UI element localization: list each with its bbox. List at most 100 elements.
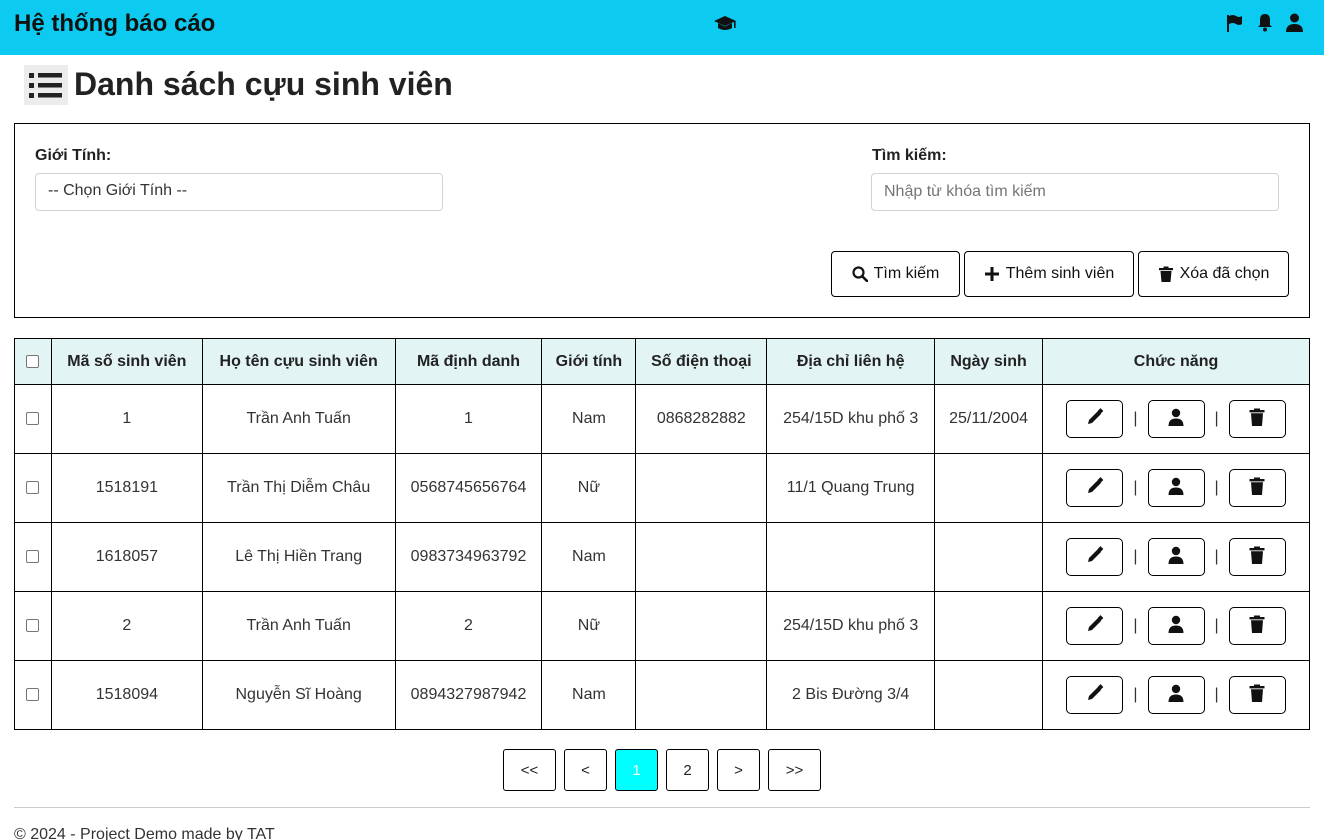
filter-panel: Giới Tính: -- Chọn Giới Tính -- Tìm kiếm… <box>14 123 1310 318</box>
page-next-button[interactable]: > <box>717 749 760 791</box>
page-last-button[interactable]: >> <box>768 749 821 791</box>
pencil-icon <box>1086 614 1104 638</box>
delete-button[interactable] <box>1228 607 1286 645</box>
delete-button[interactable] <box>1228 400 1286 438</box>
address-cell: 2 Bis Đường 3/4 <box>766 660 936 730</box>
view-profile-button[interactable] <box>1147 607 1205 645</box>
graduation-cap-icon[interactable] <box>713 14 737 34</box>
top-navbar: Hệ thống báo cáo <box>0 0 1324 55</box>
table-row: 1618057 Lê Thị Hiền Trang 0983734963792 Nam… <box>14 522 1310 592</box>
action-separator: | <box>1214 410 1219 427</box>
col-header-phone[interactable]: Số điện thoại <box>635 338 768 385</box>
add-student-button[interactable]: Thêm sinh viên <box>964 251 1134 297</box>
row-checkbox[interactable] <box>26 619 40 633</box>
col-header-student-id[interactable]: Mã số sinh viên <box>50 338 203 385</box>
phone-cell <box>635 522 768 592</box>
identifier-cell: 0983734963792 <box>394 522 543 592</box>
pencil-icon <box>1086 476 1104 500</box>
trash-icon <box>1248 408 1266 431</box>
page-2-button[interactable]: 2 <box>666 749 709 791</box>
col-header-identifier[interactable]: Mã định danh <box>394 338 543 385</box>
user-icon <box>1167 477 1185 500</box>
delete-button[interactable] <box>1228 469 1286 507</box>
bell-icon[interactable] <box>1257 13 1273 32</box>
table-row: 1518191 Trần Thị Diễm Châu 0568745656764 Nữ… <box>14 453 1310 523</box>
plus-icon <box>984 267 999 281</box>
delete-selected-button[interactable]: Xóa đã chọn <box>1138 251 1289 297</box>
gender-label: Giới Tính: <box>35 147 112 164</box>
edit-button[interactable] <box>1066 676 1124 714</box>
action-separator: | <box>1214 548 1219 565</box>
gender-cell: Nữ <box>541 453 637 523</box>
page-1-button[interactable]: 1 <box>615 749 658 791</box>
gender-cell: Nam <box>541 660 637 730</box>
gender-cell: Nữ <box>541 591 637 661</box>
select-all-checkbox[interactable] <box>26 354 40 368</box>
page-prev-button[interactable]: < <box>564 749 607 791</box>
action-separator: | <box>1133 479 1138 496</box>
dob-cell <box>934 522 1044 592</box>
alumni-table: Mã số sinh viên Họ tên cựu sinh viên Mã … <box>14 338 1310 730</box>
user-icon[interactable] <box>1286 13 1303 32</box>
delete-button[interactable] <box>1228 676 1286 714</box>
pagination: << < 1 2 > >> <box>503 749 821 791</box>
search-input[interactable] <box>871 173 1279 211</box>
flag-icon[interactable] <box>1226 14 1243 32</box>
row-checkbox[interactable] <box>26 550 40 564</box>
search-button[interactable]: Tìm kiếm <box>831 251 960 297</box>
col-header-gender[interactable]: Giới tính <box>541 338 637 385</box>
actions-cell: | | <box>1042 591 1310 661</box>
row-select-cell <box>14 660 52 730</box>
identifier-cell: 2 <box>394 591 543 661</box>
student-id-cell: 1618057 <box>50 522 203 592</box>
add-student-button-label: Thêm sinh viên <box>1005 265 1115 282</box>
action-separator: | <box>1214 686 1219 703</box>
edit-button[interactable] <box>1066 538 1124 576</box>
actions-cell: | | <box>1042 522 1310 592</box>
identifier-cell: 0894327987942 <box>394 660 543 730</box>
edit-button[interactable] <box>1066 400 1124 438</box>
trash-icon <box>1158 266 1173 282</box>
full-name-cell: Trần Anh Tuấn <box>201 591 396 661</box>
table-row: 2 Trần Anh Tuấn 2 Nữ 254/15D khu phố 3 | | <box>14 591 1310 661</box>
view-profile-button[interactable] <box>1147 676 1205 714</box>
edit-button[interactable] <box>1066 469 1124 507</box>
dob-cell <box>934 660 1044 730</box>
student-id-cell: 1518094 <box>50 660 203 730</box>
delete-selected-button-label: Xóa đã chọn <box>1179 265 1270 282</box>
action-separator: | <box>1133 617 1138 634</box>
trash-icon <box>1248 477 1266 500</box>
col-header-address[interactable]: Địa chỉ liên hệ <box>766 338 936 385</box>
edit-button[interactable] <box>1066 607 1124 645</box>
col-header-dob[interactable]: Ngày sinh <box>934 338 1044 385</box>
view-profile-button[interactable] <box>1147 400 1205 438</box>
col-header-full-name[interactable]: Họ tên cựu sinh viên <box>201 338 396 385</box>
row-select-cell <box>14 591 52 661</box>
actions-cell: | | <box>1042 453 1310 523</box>
phone-cell <box>635 591 768 661</box>
view-profile-button[interactable] <box>1147 469 1205 507</box>
trash-icon <box>1248 615 1266 638</box>
pencil-icon <box>1086 407 1104 431</box>
address-cell: 254/15D khu phố 3 <box>766 384 936 454</box>
phone-cell <box>635 660 768 730</box>
search-label: Tìm kiếm: <box>872 147 947 164</box>
dob-cell: 25/11/2004 <box>934 384 1044 454</box>
action-separator: | <box>1214 617 1219 634</box>
gender-select[interactable]: -- Chọn Giới Tính -- <box>35 173 443 211</box>
delete-button[interactable] <box>1228 538 1286 576</box>
gender-cell: Nam <box>541 522 637 592</box>
action-separator: | <box>1133 548 1138 565</box>
row-checkbox[interactable] <box>26 481 40 495</box>
select-all-cell <box>14 338 52 385</box>
view-profile-button[interactable] <box>1147 538 1205 576</box>
brand-title[interactable]: Hệ thống báo cáo <box>14 10 215 38</box>
page-first-button[interactable]: << <box>503 749 556 791</box>
row-checkbox[interactable] <box>26 688 40 702</box>
row-checkbox[interactable] <box>26 412 40 426</box>
user-icon <box>1167 615 1185 638</box>
student-id-cell: 2 <box>50 591 203 661</box>
table-header-row: Mã số sinh viên Họ tên cựu sinh viên Mã … <box>14 338 1310 385</box>
full-name-cell: Lê Thị Hiền Trang <box>201 522 396 592</box>
dob-cell <box>934 453 1044 523</box>
